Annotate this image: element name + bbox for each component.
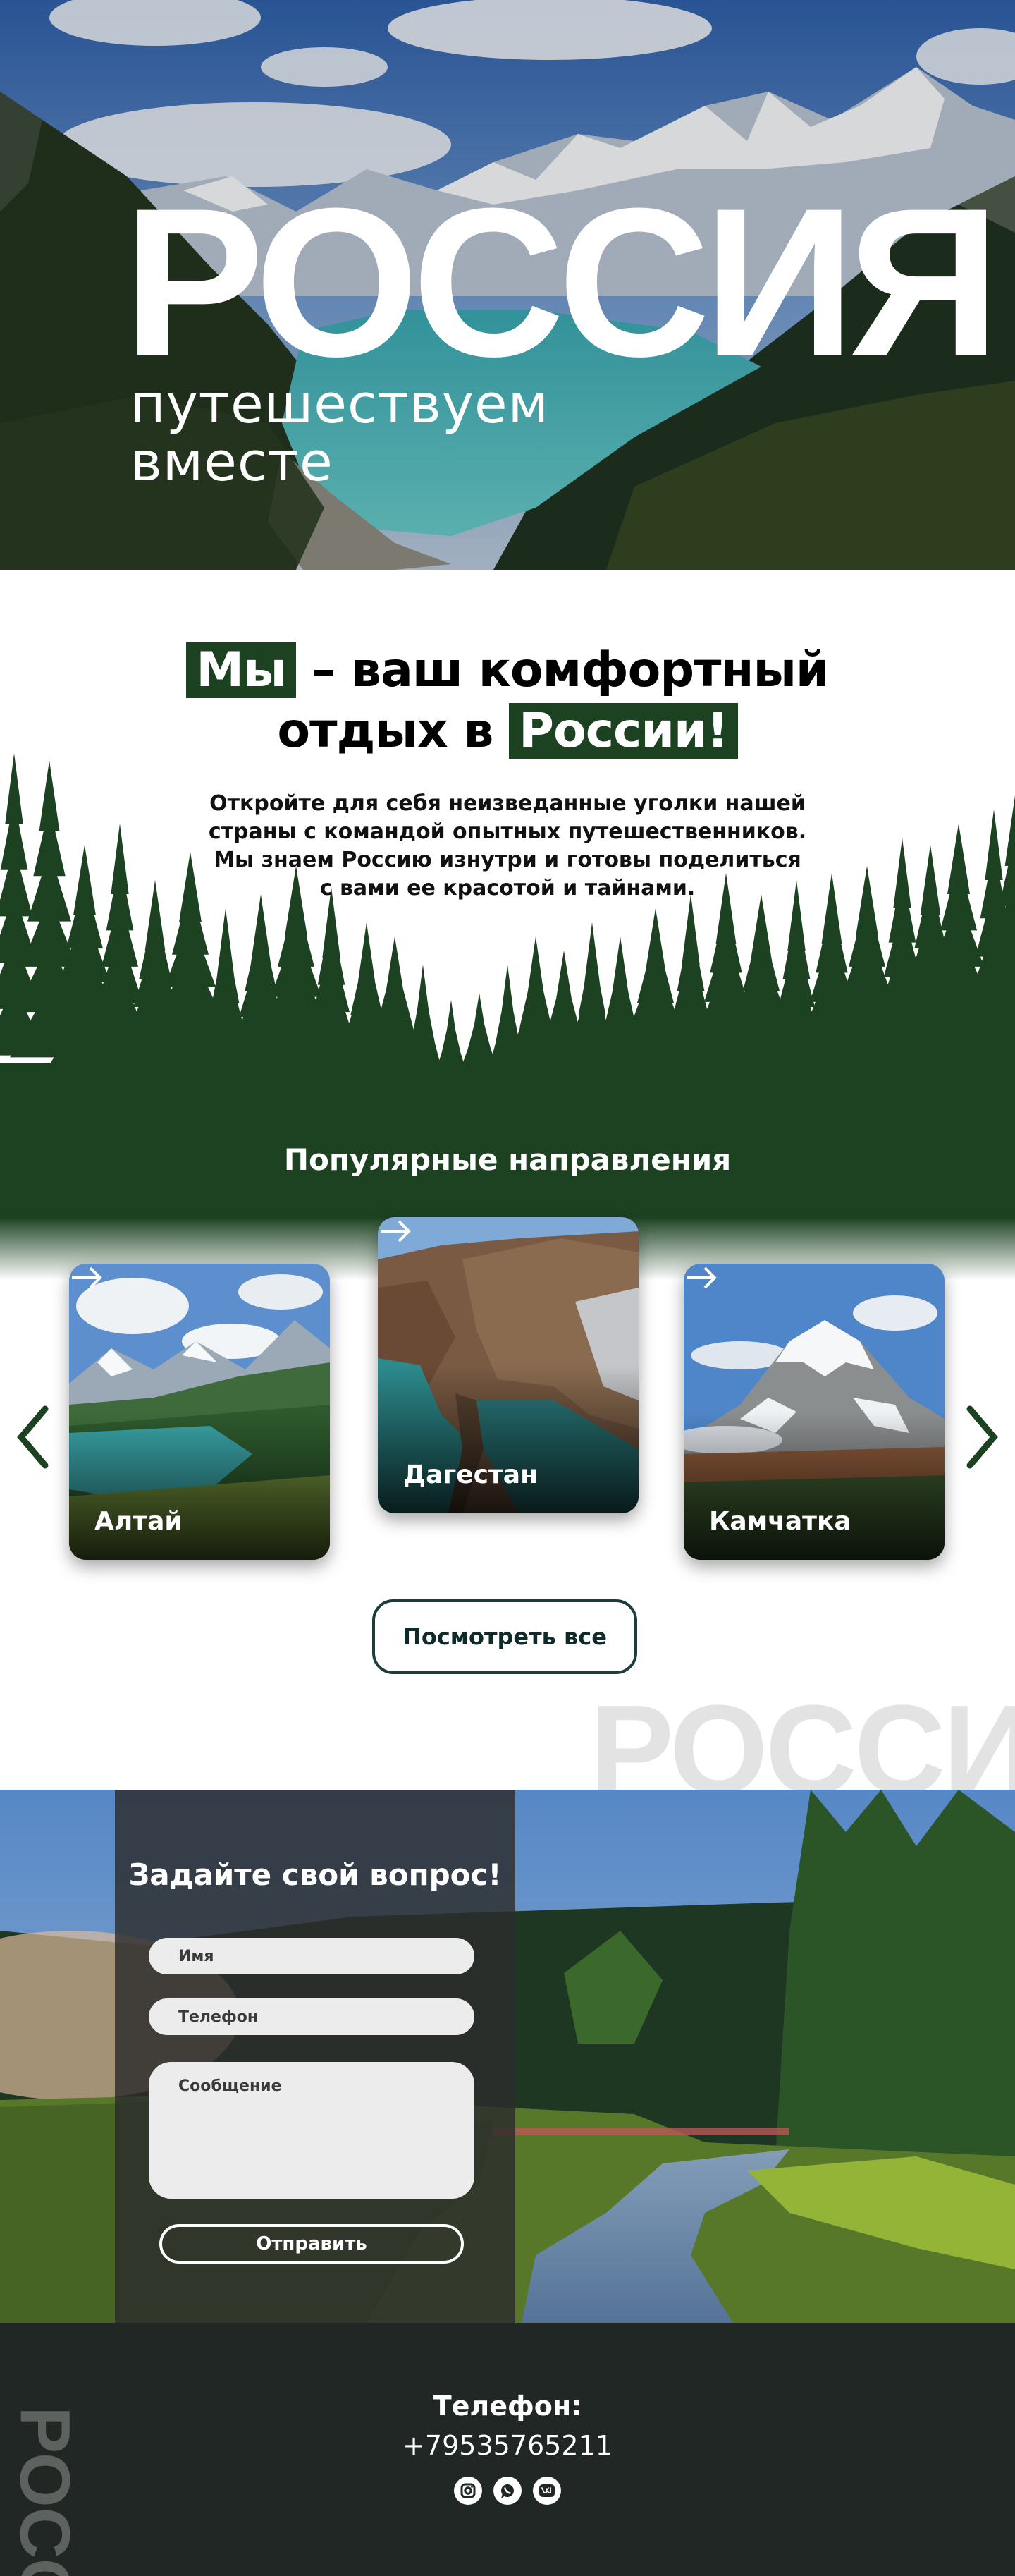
headline-text-2: отдых в xyxy=(277,703,510,759)
footer-vertical-russia-word: РОССИЯ xyxy=(5,2406,85,2576)
footer: РОССИЯ Телефон: +79535765211 xyxy=(0,2323,1015,2576)
message-textarea[interactable] xyxy=(149,2062,474,2199)
headline-highlight-we: Мы xyxy=(186,642,296,698)
intro-description: Откройте для себя неизведанные уголки на… xyxy=(208,791,807,901)
hero-subtitle: путешествуем вместе xyxy=(130,372,549,493)
phone-number-link[interactable]: +79535765211 xyxy=(0,2430,1015,2461)
destinations-title: Популярные направления xyxy=(283,1142,732,1177)
social-links xyxy=(454,2477,561,2505)
destination-card-dagestan[interactable]: Дагестан xyxy=(378,1217,639,1513)
whatsapp-icon[interactable] xyxy=(493,2477,522,2505)
hero-title: РОССИЯ xyxy=(123,164,1000,401)
phone-input[interactable] xyxy=(149,1998,474,2035)
headline-highlight-russia: России! xyxy=(509,703,738,759)
carousel-next-chevron-icon[interactable] xyxy=(961,1403,1001,1471)
card-shade xyxy=(684,1412,945,1560)
name-input[interactable] xyxy=(149,1938,474,1974)
destination-card-kamchatka[interactable]: Камчатка xyxy=(684,1264,945,1560)
phone-label: Телефон: xyxy=(433,2391,582,2422)
arrow-right-icon xyxy=(381,1220,411,1243)
arrow-right-icon xyxy=(687,1266,717,1289)
card-shade xyxy=(69,1412,330,1560)
card-title: Алтай xyxy=(94,1507,183,1536)
hero-section: РОССИЯ путешествуем вместе xyxy=(0,0,1015,570)
destination-card-altai[interactable]: Алтай xyxy=(69,1264,330,1560)
card-title: Дагестан xyxy=(403,1460,538,1489)
question-form: Задайте свой вопрос! Отправить xyxy=(115,1790,515,2323)
carousel-prev-chevron-icon[interactable] xyxy=(14,1403,54,1471)
submit-button[interactable]: Отправить xyxy=(159,2224,464,2264)
vk-icon[interactable] xyxy=(533,2477,561,2505)
instagram-icon[interactable] xyxy=(454,2477,482,2505)
view-all-button[interactable]: Посмотреть все xyxy=(372,1599,637,1674)
card-title: Камчатка xyxy=(709,1507,851,1536)
arrow-right-icon xyxy=(72,1266,102,1289)
intro-headline: Мы – ваш комфортный отдых в России! xyxy=(0,640,1015,762)
headline-text-1: – ваш комфортный xyxy=(295,642,829,698)
contact-section: Задайте свой вопрос! Отправить xyxy=(0,1790,1015,2323)
form-title: Задайте свой вопрос! xyxy=(128,1857,502,1892)
card-shade xyxy=(378,1365,639,1513)
